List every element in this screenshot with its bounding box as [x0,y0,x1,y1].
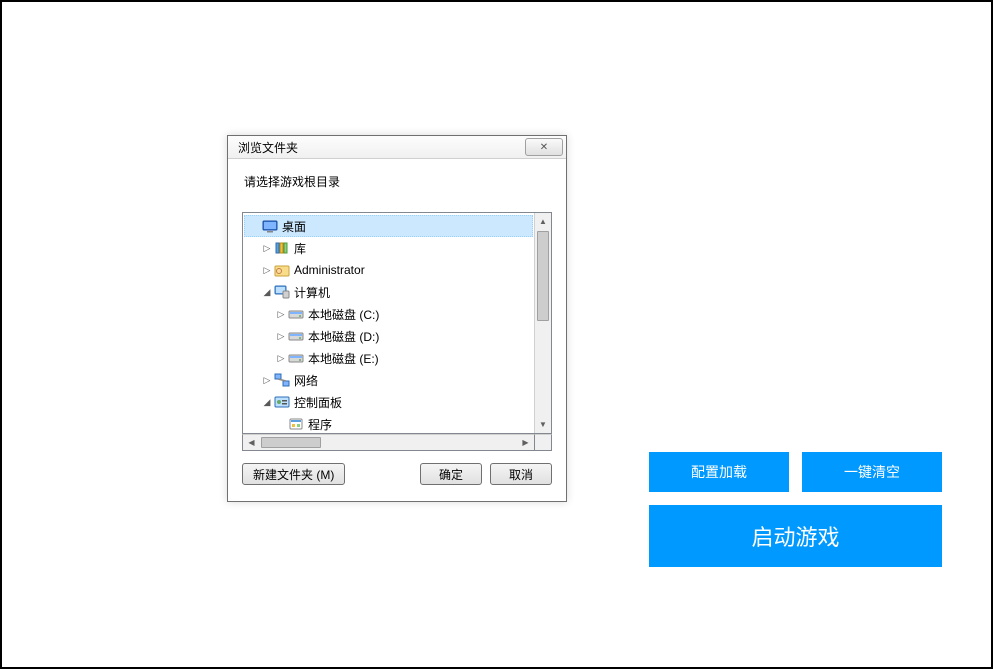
dialog-button-row: 新建文件夹 (M) 确定 取消 [242,463,552,485]
tree-item[interactable]: 桌面 [244,215,533,237]
tree-item[interactable]: ◢ 计算机 [243,281,534,303]
vertical-scroll-thumb[interactable] [537,231,549,321]
scroll-down-button[interactable]: ▼ [535,416,551,433]
computer-icon [274,284,290,300]
tree-item[interactable]: ▷ 本地磁盘 (D:) [243,325,534,347]
tree-item[interactable]: 程序 [243,413,534,433]
user-icon [274,262,290,278]
chevron-right-icon[interactable]: ▷ [261,264,273,276]
horizontal-scroll-thumb[interactable] [261,437,321,448]
ok-button[interactable]: 确定 [420,463,482,485]
drive-icon [288,306,304,322]
library-icon [274,240,290,256]
close-icon: ✕ [540,142,548,153]
right-panel: 配置加载 一键清空 启动游戏 [649,452,942,567]
chevron-right-icon[interactable]: ▷ [275,352,287,364]
expander-empty [249,220,261,232]
dialog-body: 请选择游戏根目录 桌面▷库▷Administrator◢计算机▷本地磁盘 (C:… [228,159,566,501]
dialog-title: 浏览文件夹 [238,139,298,156]
desktop-icon [262,218,278,234]
scroll-corner [535,434,552,451]
network-icon [274,372,290,388]
tree-item-label: 库 [294,240,306,257]
tree-item-label: 本地磁盘 (C:) [308,306,379,323]
dialog-prompt: 请选择游戏根目录 [244,173,552,190]
config-load-button[interactable]: 配置加载 [649,452,789,492]
folder-tree: 桌面▷库▷Administrator◢计算机▷本地磁盘 (C:)▷本地磁盘 (D… [242,212,552,434]
tree-item-label: 控制面板 [294,394,342,411]
tree-item-label: 桌面 [282,218,306,235]
launch-game-button[interactable]: 启动游戏 [649,505,942,567]
vertical-scrollbar[interactable]: ▲ ▼ [534,213,551,433]
chevron-right-icon[interactable]: ▷ [261,374,273,386]
dialog-titlebar: 浏览文件夹 ✕ [228,136,566,159]
scroll-left-button[interactable]: ◀ [243,435,260,450]
tree-item-label: 本地磁盘 (D:) [308,328,379,345]
browse-folder-dialog: 浏览文件夹 ✕ 请选择游戏根目录 桌面▷库▷Administrator◢计算机▷… [227,135,567,502]
tree-item-label: 计算机 [294,284,330,301]
tree-item[interactable]: ▷ 网络 [243,369,534,391]
horizontal-scrollbar[interactable]: ◀ ▶ [242,434,535,451]
one-key-clear-button[interactable]: 一键清空 [802,452,942,492]
drive-icon [288,350,304,366]
right-panel-row: 配置加载 一键清空 [649,452,942,492]
tree-item[interactable]: ▷ 本地磁盘 (E:) [243,347,534,369]
tree-item-label: 本地磁盘 (E:) [308,350,379,367]
tree-item[interactable]: ▷库 [243,237,534,259]
tree-item-label: 程序 [308,416,332,433]
chevron-right-icon[interactable]: ▷ [261,242,273,254]
programs-icon [288,416,304,432]
tree-item-label: 网络 [294,372,318,389]
close-button[interactable]: ✕ [525,138,563,156]
chevron-right-icon[interactable]: ▷ [275,308,287,320]
chevron-down-icon[interactable]: ◢ [261,286,273,298]
cancel-button[interactable]: 取消 [490,463,552,485]
control-panel-icon [274,394,290,410]
scroll-right-button[interactable]: ▶ [517,435,534,450]
drive-icon [288,328,304,344]
expander-empty [275,418,287,430]
tree-item[interactable]: ◢ 控制面板 [243,391,534,413]
chevron-down-icon[interactable]: ◢ [261,396,273,408]
chevron-right-icon[interactable]: ▷ [275,330,287,342]
tree-item-label: Administrator [294,263,365,277]
tree-item[interactable]: ▷ Administrator [243,259,534,281]
tree-item[interactable]: ▷ 本地磁盘 (C:) [243,303,534,325]
scroll-up-button[interactable]: ▲ [535,213,551,230]
new-folder-button[interactable]: 新建文件夹 (M) [242,463,345,485]
tree-content[interactable]: 桌面▷库▷Administrator◢计算机▷本地磁盘 (C:)▷本地磁盘 (D… [243,213,534,433]
